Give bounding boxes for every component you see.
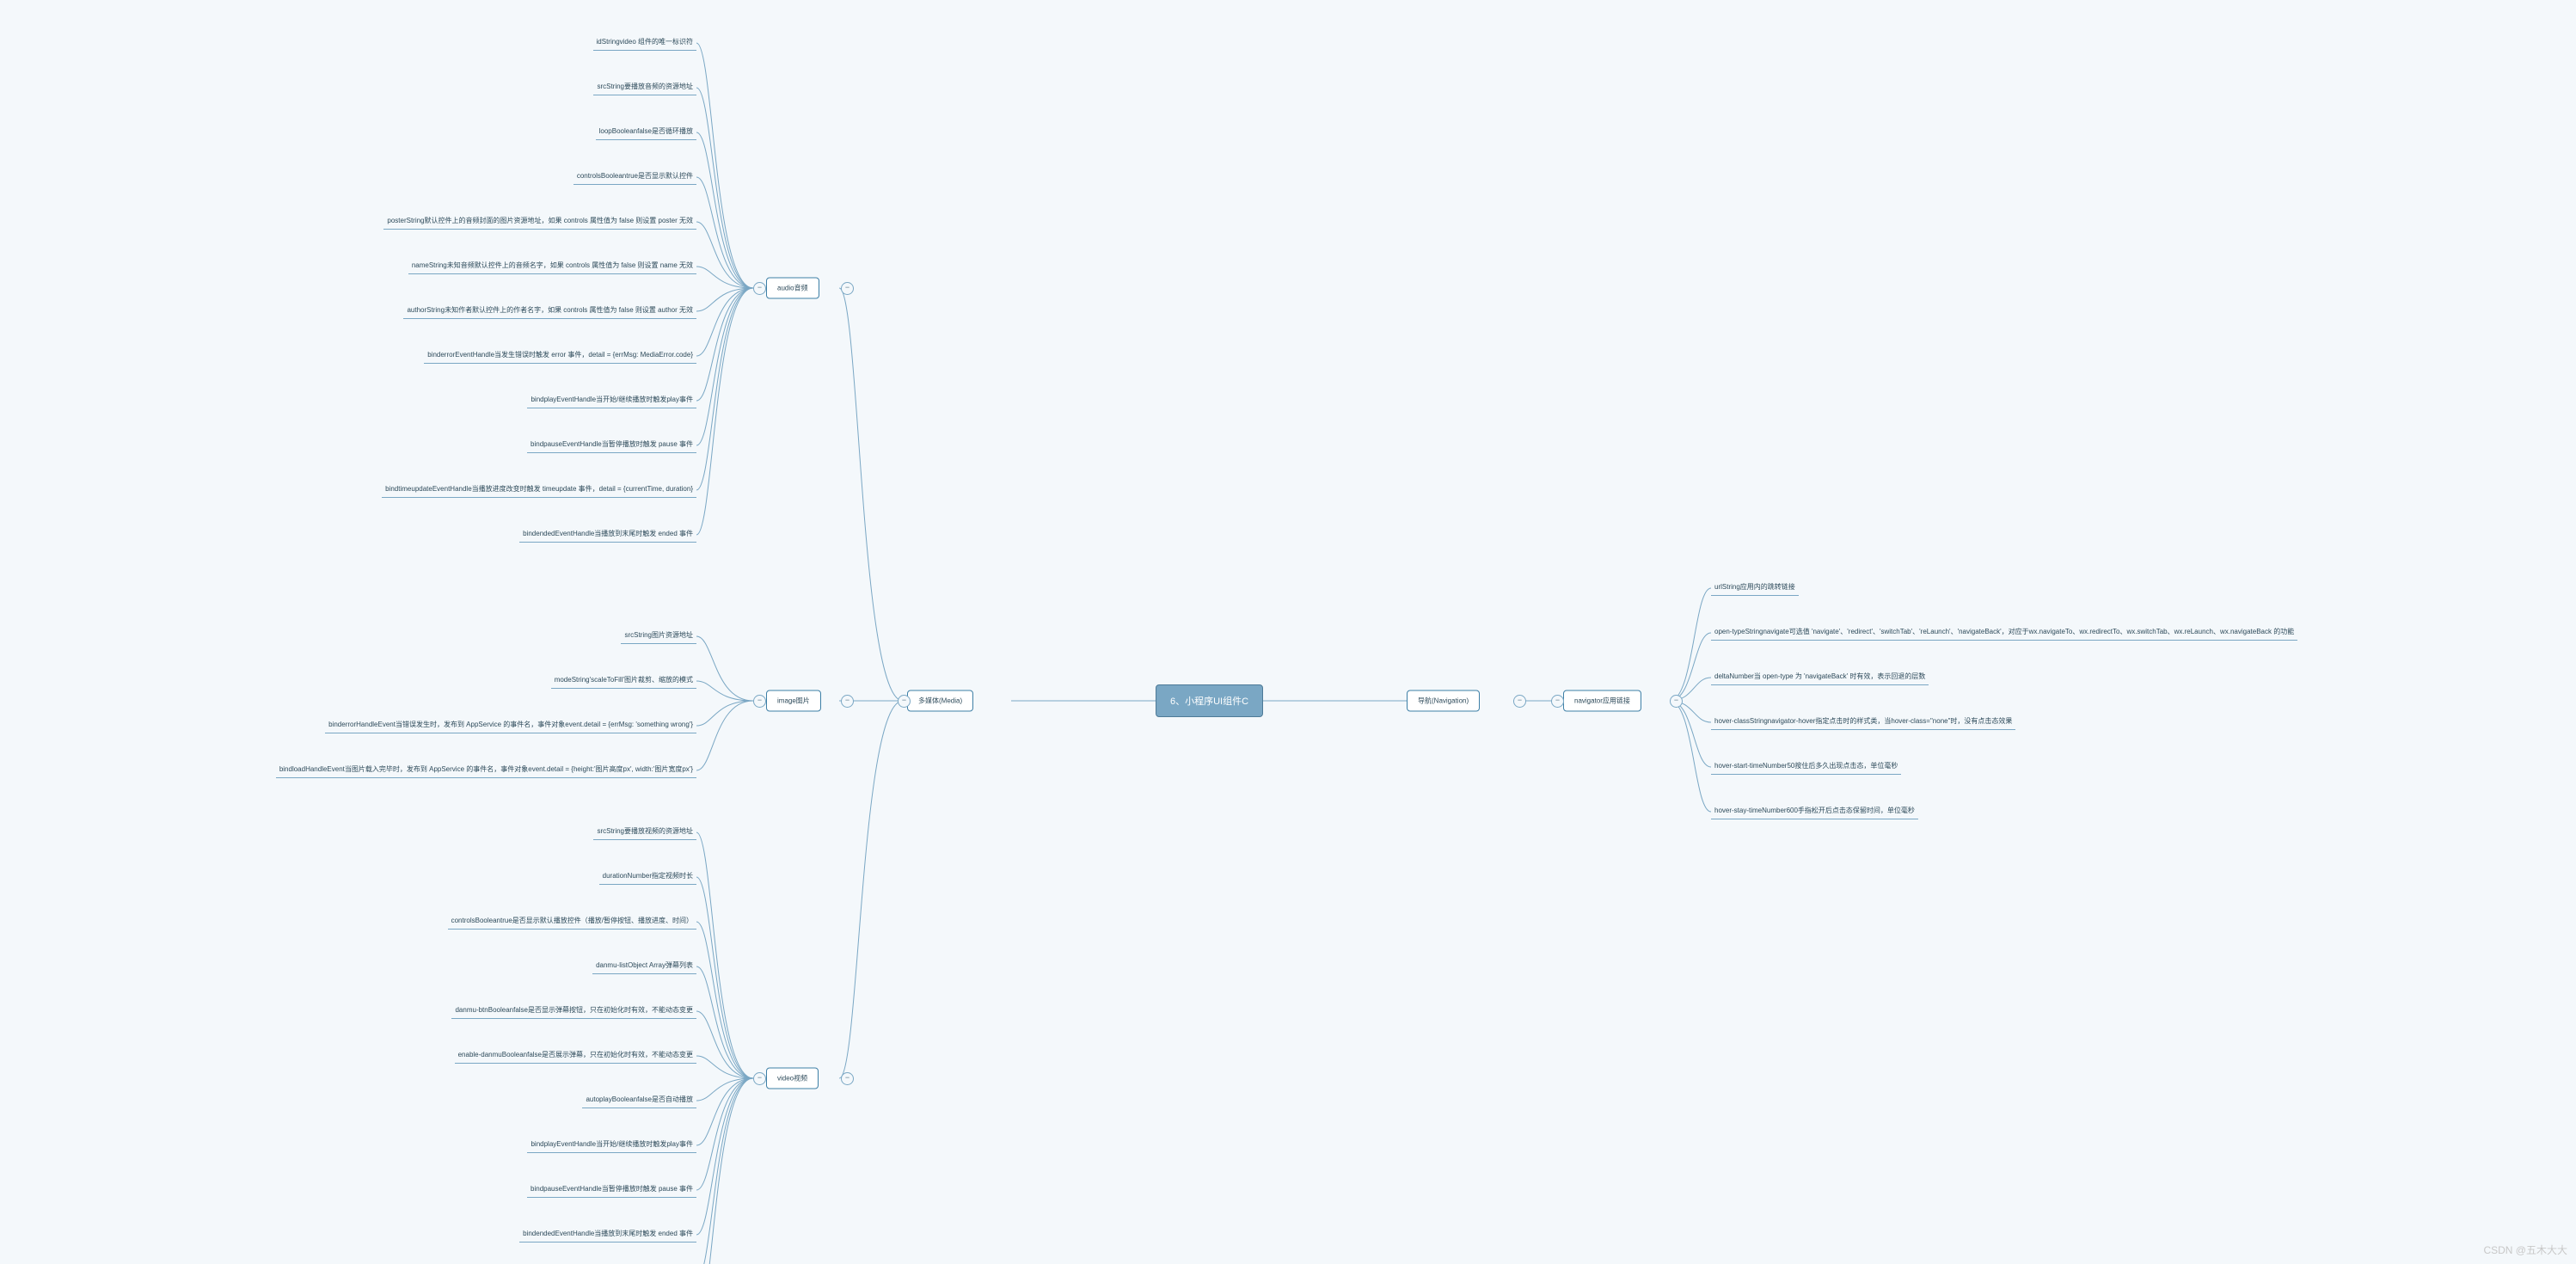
root-node[interactable]: 6、小程序UI组件C: [1156, 684, 1263, 717]
leaf-audio[interactable]: idStringvideo 组件的唯一标识符: [593, 35, 696, 51]
leaf-label: controlsBooleantrue是否显示默认控件: [577, 172, 693, 180]
leaf-label: bindendedEventHandle当播放到末尾时触发 ended 事件: [523, 530, 693, 537]
mindmap-stage[interactable]: 6、小程序UI组件C 多媒体(Media) − audio音频 − − idSt…: [0, 0, 2576, 1264]
leaf-label: binderrorHandleEvent当错误发生时，发布到 AppServic…: [328, 721, 693, 728]
leaf-audio[interactable]: nameString未知音频默认控件上的音频名字，如果 controls 属性值…: [408, 259, 696, 274]
leaf-label: loopBooleanfalse是否循环播放: [599, 127, 693, 135]
leaf-label: authorString未知作者默认控件上的作者名字，如果 controls 属…: [407, 306, 693, 314]
leaf-label: bindpauseEventHandle当暂停播放时触发 pause 事件: [531, 1185, 693, 1193]
node-media[interactable]: 多媒体(Media): [907, 690, 973, 712]
leaf-video[interactable]: danmu-btnBooleanfalse是否显示弹幕按钮，只在初始化时有效，不…: [451, 1003, 696, 1019]
collapse-icon[interactable]: −: [753, 695, 766, 708]
leaf-label: bindplayEventHandle当开始/继续播放时触发play事件: [531, 396, 693, 403]
leaf-image[interactable]: modeString'scaleToFill'图片裁剪、缩放的模式: [551, 673, 696, 689]
leaf-audio[interactable]: bindendedEventHandle当播放到末尾时触发 ended 事件: [519, 527, 696, 543]
leaf-label: danmu-btnBooleanfalse是否显示弹幕按钮，只在初始化时有效，不…: [455, 1006, 693, 1014]
node-navigator[interactable]: navigator应用链接: [1563, 690, 1641, 712]
leaf-video[interactable]: srcString要播放视频的资源地址: [593, 825, 696, 840]
leaf-video[interactable]: controlsBooleantrue是否显示默认播放控件（播放/暂停按钮、播放…: [448, 914, 696, 930]
collapse-icon[interactable]: −: [753, 282, 766, 295]
leaf-label: enable-danmuBooleanfalse是否展示弹幕，只在初始化时有效，…: [458, 1051, 693, 1058]
node-label: image图片: [777, 697, 810, 705]
collapse-icon[interactable]: −: [841, 282, 854, 295]
leaf-label: binderrorEventHandle当发生错误时触发 error 事件，de…: [427, 351, 693, 359]
leaf-video[interactable]: autoplayBooleanfalse是否自动播放: [582, 1093, 696, 1108]
leaf-label: bindloadHandleEvent当图片载入完毕时，发布到 AppServi…: [279, 765, 693, 773]
leaf-audio[interactable]: posterString默认控件上的音频封面的图片资源地址，如果 control…: [383, 214, 696, 230]
leaf-image[interactable]: srcString图片资源地址: [621, 629, 696, 644]
collapse-icon[interactable]: −: [1670, 695, 1683, 708]
leaf-label: bindpauseEventHandle当暂停播放时触发 pause 事件: [531, 440, 693, 448]
leaf-label: danmu-listObject Array弹幕列表: [596, 961, 693, 969]
leaf-label: open-typeStringnavigate可选值 'navigate'、'r…: [1714, 628, 2294, 635]
leaf-video[interactable]: enable-danmuBooleanfalse是否展示弹幕，只在初始化时有效，…: [455, 1048, 696, 1064]
leaf-navigator[interactable]: urlString应用内的跳转链接: [1711, 580, 1799, 596]
node-label: 多媒体(Media): [918, 697, 962, 705]
watermark: CSDN @五木大大: [2483, 1243, 2567, 1257]
leaf-label: bindplayEventHandle当开始/继续播放时触发play事件: [531, 1140, 693, 1148]
leaf-navigator[interactable]: hover-start-timeNumber50按住后多久出现点击态，单位毫秒: [1711, 759, 1901, 775]
node-label: 导航(Navigation): [1418, 697, 1469, 705]
leaf-navigator[interactable]: open-typeStringnavigate可选值 'navigate'、'r…: [1711, 625, 2297, 641]
leaf-label: srcString要播放音频的资源地址: [597, 83, 693, 90]
leaf-image[interactable]: bindloadHandleEvent当图片载入完毕时，发布到 AppServi…: [276, 763, 696, 778]
leaf-label: hover-start-timeNumber50按住后多久出现点击态，单位毫秒: [1714, 762, 1898, 770]
leaf-label: idStringvideo 组件的唯一标识符: [597, 38, 693, 46]
leaf-image[interactable]: binderrorHandleEvent当错误发生时，发布到 AppServic…: [325, 718, 696, 733]
collapse-icon[interactable]: −: [898, 695, 911, 708]
leaf-label: durationNumber指定视频时长: [603, 872, 693, 880]
leaf-label: bindendedEventHandle当播放到末尾时触发 ended 事件: [523, 1230, 693, 1237]
node-label: navigator应用链接: [1574, 697, 1630, 705]
leaf-audio[interactable]: srcString要播放音频的资源地址: [593, 80, 696, 95]
root-label: 6、小程序UI组件C: [1170, 696, 1248, 707]
leaf-audio[interactable]: controlsBooleantrue是否显示默认控件: [573, 169, 696, 185]
collapse-icon[interactable]: −: [841, 695, 854, 708]
leaf-video[interactable]: danmu-listObject Array弹幕列表: [592, 959, 696, 974]
node-image[interactable]: image图片: [766, 690, 821, 712]
leaf-video[interactable]: bindplayEventHandle当开始/继续播放时触发play事件: [527, 1138, 696, 1153]
leaf-video[interactable]: bindendedEventHandle当播放到末尾时触发 ended 事件: [519, 1227, 696, 1243]
leaf-label: autoplayBooleanfalse是否自动播放: [586, 1095, 693, 1103]
collapse-icon[interactable]: −: [1513, 695, 1526, 708]
leaf-label: controlsBooleantrue是否显示默认播放控件（播放/暂停按钮、播放…: [451, 917, 693, 924]
leaf-label: bindtimeupdateEventHandle当播放进度改变时触发 time…: [385, 485, 693, 493]
collapse-icon[interactable]: −: [841, 1072, 854, 1085]
leaf-navigator[interactable]: hover-classStringnavigator-hover指定点击时的样式…: [1711, 715, 2015, 730]
leaf-navigator[interactable]: deltaNumber当 open-type 为 'navigateBack' …: [1711, 670, 1929, 685]
leaf-label: srcString图片资源地址: [624, 631, 693, 639]
leaf-video[interactable]: durationNumber指定视频时长: [599, 869, 696, 885]
leaf-audio[interactable]: bindtimeupdateEventHandle当播放进度改变时触发 time…: [382, 482, 696, 498]
leaf-audio[interactable]: authorString未知作者默认控件上的作者名字，如果 controls 属…: [403, 304, 696, 319]
collapse-icon[interactable]: −: [753, 1072, 766, 1085]
node-video[interactable]: video视频: [766, 1068, 819, 1089]
leaf-label: srcString要播放视频的资源地址: [597, 827, 693, 835]
leaf-audio[interactable]: loopBooleanfalse是否循环播放: [596, 125, 696, 140]
node-audio[interactable]: audio音频: [766, 278, 819, 299]
node-label: audio音频: [777, 285, 808, 292]
leaf-label: modeString'scaleToFill'图片裁剪、缩放的模式: [555, 676, 693, 684]
leaf-label: hover-stay-timeNumber600手指松开后点击态保留时间，单位毫…: [1714, 807, 1915, 814]
leaf-label: posterString默认控件上的音频封面的图片资源地址，如果 control…: [387, 217, 693, 224]
leaf-audio[interactable]: binderrorEventHandle当发生错误时触发 error 事件，de…: [424, 348, 696, 364]
leaf-label: urlString应用内的跳转链接: [1714, 583, 1795, 591]
collapse-icon[interactable]: −: [1551, 695, 1564, 708]
leaf-label: hover-classStringnavigator-hover指定点击时的样式…: [1714, 717, 2012, 725]
leaf-video[interactable]: bindpauseEventHandle当暂停播放时触发 pause 事件: [527, 1182, 696, 1198]
node-navigation[interactable]: 导航(Navigation): [1407, 690, 1480, 712]
leaf-navigator[interactable]: hover-stay-timeNumber600手指松开后点击态保留时间，单位毫…: [1711, 804, 1918, 819]
leaf-label: deltaNumber当 open-type 为 'navigateBack' …: [1714, 672, 1925, 680]
leaf-audio[interactable]: bindpauseEventHandle当暂停播放时触发 pause 事件: [527, 438, 696, 453]
leaf-label: nameString未知音频默认控件上的音频名字，如果 controls 属性值…: [412, 261, 693, 269]
node-label: video视频: [777, 1075, 807, 1083]
leaf-audio[interactable]: bindplayEventHandle当开始/继续播放时触发play事件: [527, 393, 696, 408]
